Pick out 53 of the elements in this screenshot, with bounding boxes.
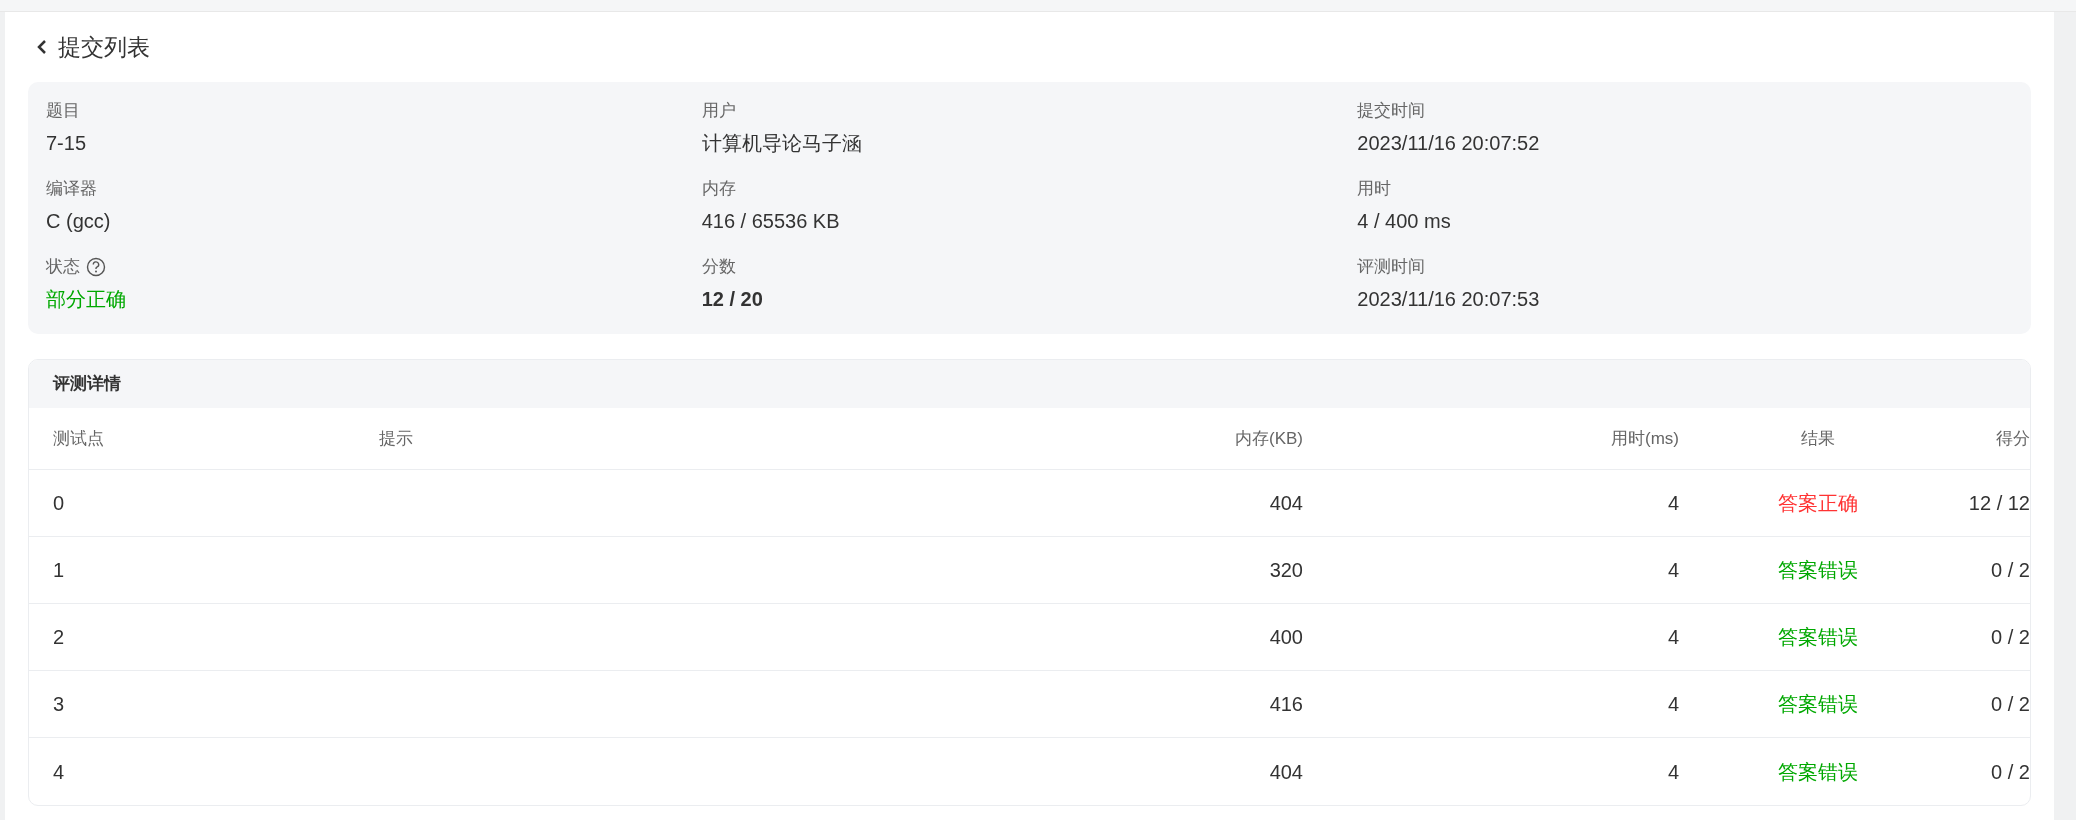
table-cell: 12 / 12 [1968, 492, 2030, 514]
field-label: 评测时间 [1357, 256, 1426, 279]
table-cell: 4 [1667, 492, 1679, 514]
back-chevron-icon[interactable] [36, 39, 48, 55]
table-cell: 4 [1667, 626, 1679, 648]
column-header: 结果 [1800, 428, 1835, 448]
table-cell: 320 [1269, 559, 1303, 581]
table-cell: 0 / 2 [1991, 559, 2030, 581]
field-label: 用户 [701, 100, 736, 123]
column-header: 测试点 [53, 428, 104, 448]
table-cell: 4 [1667, 559, 1679, 581]
column-header: 得分 [1996, 428, 2030, 448]
field-label: 分数 [701, 256, 736, 279]
table-cell: 404 [1269, 760, 1303, 783]
table-cell: 0 [53, 492, 65, 514]
field-value: C (gcc) [46, 209, 111, 234]
result-text: 答案错误 [1777, 559, 1858, 581]
table-cell: 2 [53, 626, 65, 648]
table-cell: 1 [53, 559, 65, 581]
field-label: 内存 [701, 178, 736, 201]
table-cell: 0 / 2 [1991, 760, 2030, 783]
result-text: 答案错误 [1777, 693, 1858, 715]
help-icon[interactable] [86, 257, 106, 277]
result-text: 答案错误 [1777, 760, 1858, 783]
field-value: 计算机导论马子涵 [701, 131, 862, 156]
table-cell: 416 [1269, 693, 1303, 715]
column-header: 内存(KB) [1235, 428, 1303, 448]
table-cell: 400 [1269, 626, 1303, 648]
table-cell: 3 [53, 693, 65, 715]
field-label: 提交时间 [1357, 100, 1426, 123]
table-cell: 4 [1667, 760, 1679, 783]
field-value: 部分正确 [46, 287, 126, 312]
field-label: 状态 [46, 256, 80, 279]
field-value: 12 / 20 [701, 287, 763, 312]
field-value: 416 / 65536 KB [701, 209, 840, 234]
page-title: 提交列表 [58, 32, 150, 62]
table-cell: 4 [53, 760, 65, 783]
field-value: 2023/11/16 20:07:52 [1357, 131, 1540, 156]
field-value: 7-15 [46, 131, 87, 156]
table-cell: 404 [1269, 492, 1303, 514]
field-label: 题目 [46, 100, 80, 123]
field-value: 2023/11/16 20:07:53 [1357, 287, 1540, 312]
table-cell: 0 / 2 [1991, 693, 2030, 715]
column-header: 用时(ms) [1611, 428, 1679, 448]
field-label: 编译器 [46, 178, 97, 201]
result-text: 答案错误 [1777, 626, 1858, 648]
field-value: 4 / 400 ms [1357, 209, 1451, 234]
field-label: 用时 [1357, 178, 1392, 201]
column-header: 提示 [379, 428, 413, 448]
table-cell: 4 [1667, 693, 1679, 715]
result-text: 答案正确 [1777, 492, 1858, 514]
card-title: 评测详情 [29, 360, 2030, 408]
table-cell: 0 / 2 [1991, 626, 2030, 648]
